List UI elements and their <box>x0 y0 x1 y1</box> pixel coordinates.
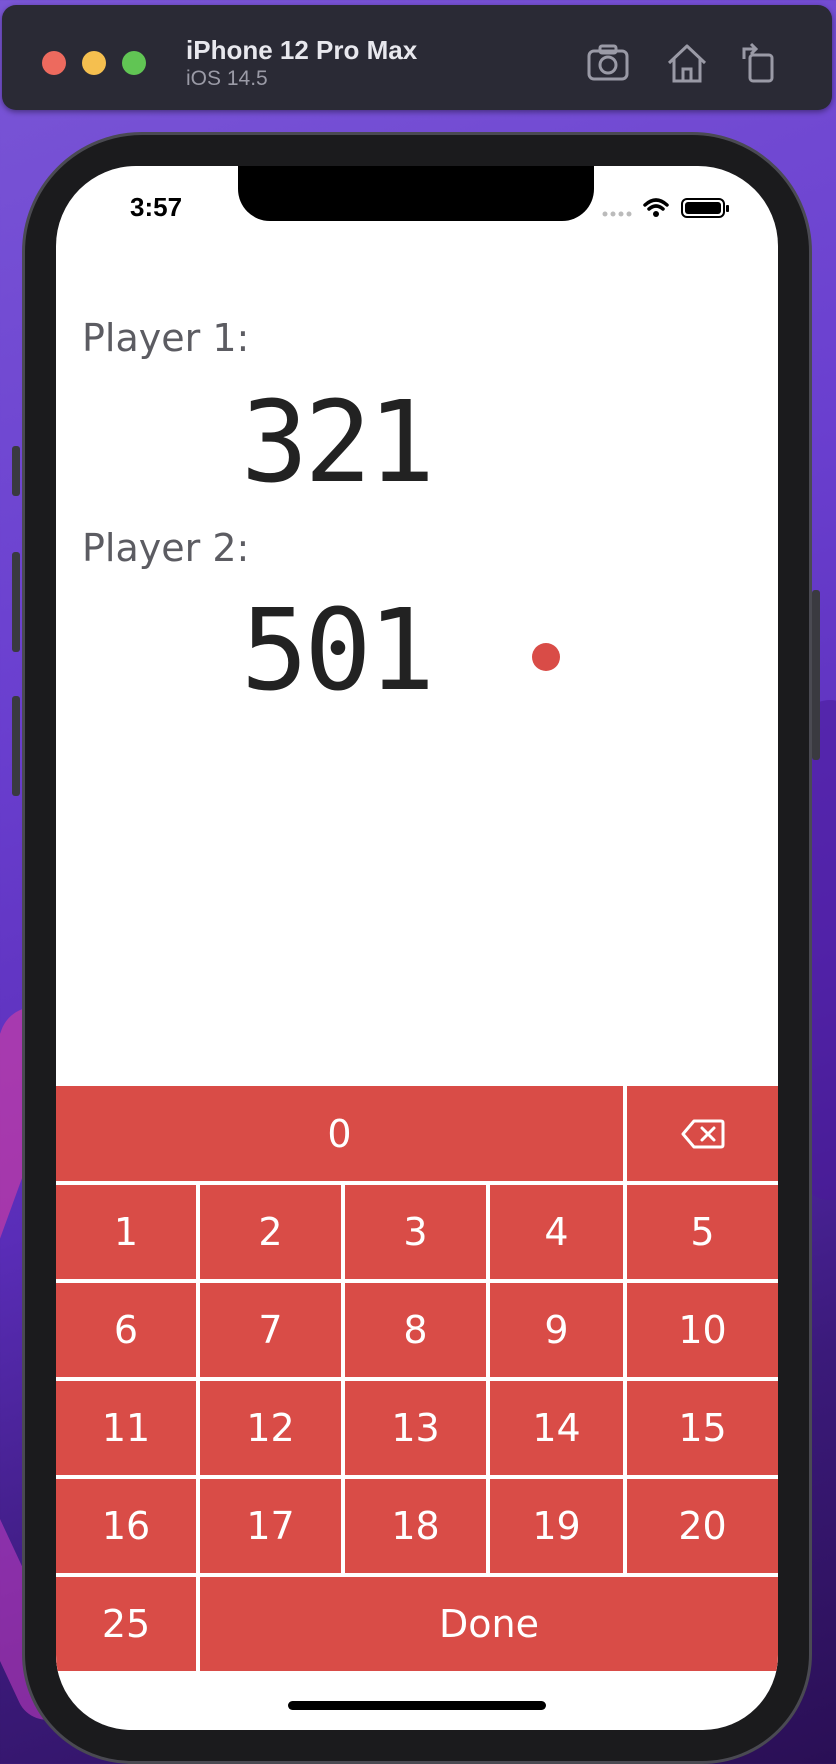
os-version: iOS 14.5 <box>186 67 268 90</box>
home-indicator[interactable] <box>288 1701 546 1710</box>
zoom-window-button[interactable] <box>122 51 146 75</box>
notch <box>238 166 594 221</box>
signal-icon <box>602 211 632 217</box>
key-2[interactable]: 2 <box>200 1185 341 1279</box>
key-7[interactable]: 7 <box>200 1283 341 1377</box>
status-time: 3:57 <box>130 192 183 222</box>
phone-screen: 3:57 Player 1: 321 Player 2: 501 0 1 2 3… <box>56 166 778 1730</box>
player-2-label: Player 2: <box>82 526 250 570</box>
player-2-score: 501 <box>240 586 435 716</box>
key-3[interactable]: 3 <box>345 1185 486 1279</box>
done-button[interactable]: Done <box>200 1577 778 1671</box>
volume-down-button <box>12 696 20 796</box>
key-16[interactable]: 16 <box>56 1479 196 1573</box>
status-icons <box>602 198 729 218</box>
key-4[interactable]: 4 <box>490 1185 623 1279</box>
device-name: iPhone 12 Pro Max <box>186 35 418 65</box>
key-8[interactable]: 8 <box>345 1283 486 1377</box>
silent-switch <box>12 446 20 496</box>
key-25[interactable]: 25 <box>56 1577 196 1671</box>
key-18[interactable]: 18 <box>345 1479 486 1573</box>
wifi-icon <box>643 198 669 217</box>
battery-icon <box>681 198 729 218</box>
player-1-label: Player 1: <box>82 316 250 360</box>
simulator-title-bar: iPhone 12 Pro Max iOS 14.5 <box>2 5 832 110</box>
key-13[interactable]: 13 <box>345 1381 486 1475</box>
key-11[interactable]: 11 <box>56 1381 196 1475</box>
minimize-window-button[interactable] <box>82 51 106 75</box>
backspace-button[interactable] <box>627 1086 778 1181</box>
key-9[interactable]: 9 <box>490 1283 623 1377</box>
power-button <box>812 590 820 760</box>
key-12[interactable]: 12 <box>200 1381 341 1475</box>
key-15[interactable]: 15 <box>627 1381 778 1475</box>
key-6[interactable]: 6 <box>56 1283 196 1377</box>
key-19[interactable]: 19 <box>490 1479 623 1573</box>
key-zero[interactable]: 0 <box>56 1086 623 1181</box>
key-17[interactable]: 17 <box>200 1479 341 1573</box>
dart-keypad: 0 1 2 3 4 5 6 7 8 9 10 11 12 13 14 15 16… <box>56 1086 778 1676</box>
player-1-score: 321 <box>240 378 435 508</box>
rotate-icon[interactable] <box>736 41 782 85</box>
key-5[interactable]: 5 <box>627 1185 778 1279</box>
key-14[interactable]: 14 <box>490 1381 623 1475</box>
home-icon[interactable] <box>664 41 710 85</box>
backspace-icon <box>681 1119 724 1148</box>
key-20[interactable]: 20 <box>627 1479 778 1573</box>
key-10[interactable]: 10 <box>627 1283 778 1377</box>
active-player-indicator <box>532 643 560 671</box>
volume-up-button <box>12 552 20 652</box>
close-window-button[interactable] <box>42 51 66 75</box>
screenshot-icon[interactable] <box>586 41 632 85</box>
key-1[interactable]: 1 <box>56 1185 196 1279</box>
